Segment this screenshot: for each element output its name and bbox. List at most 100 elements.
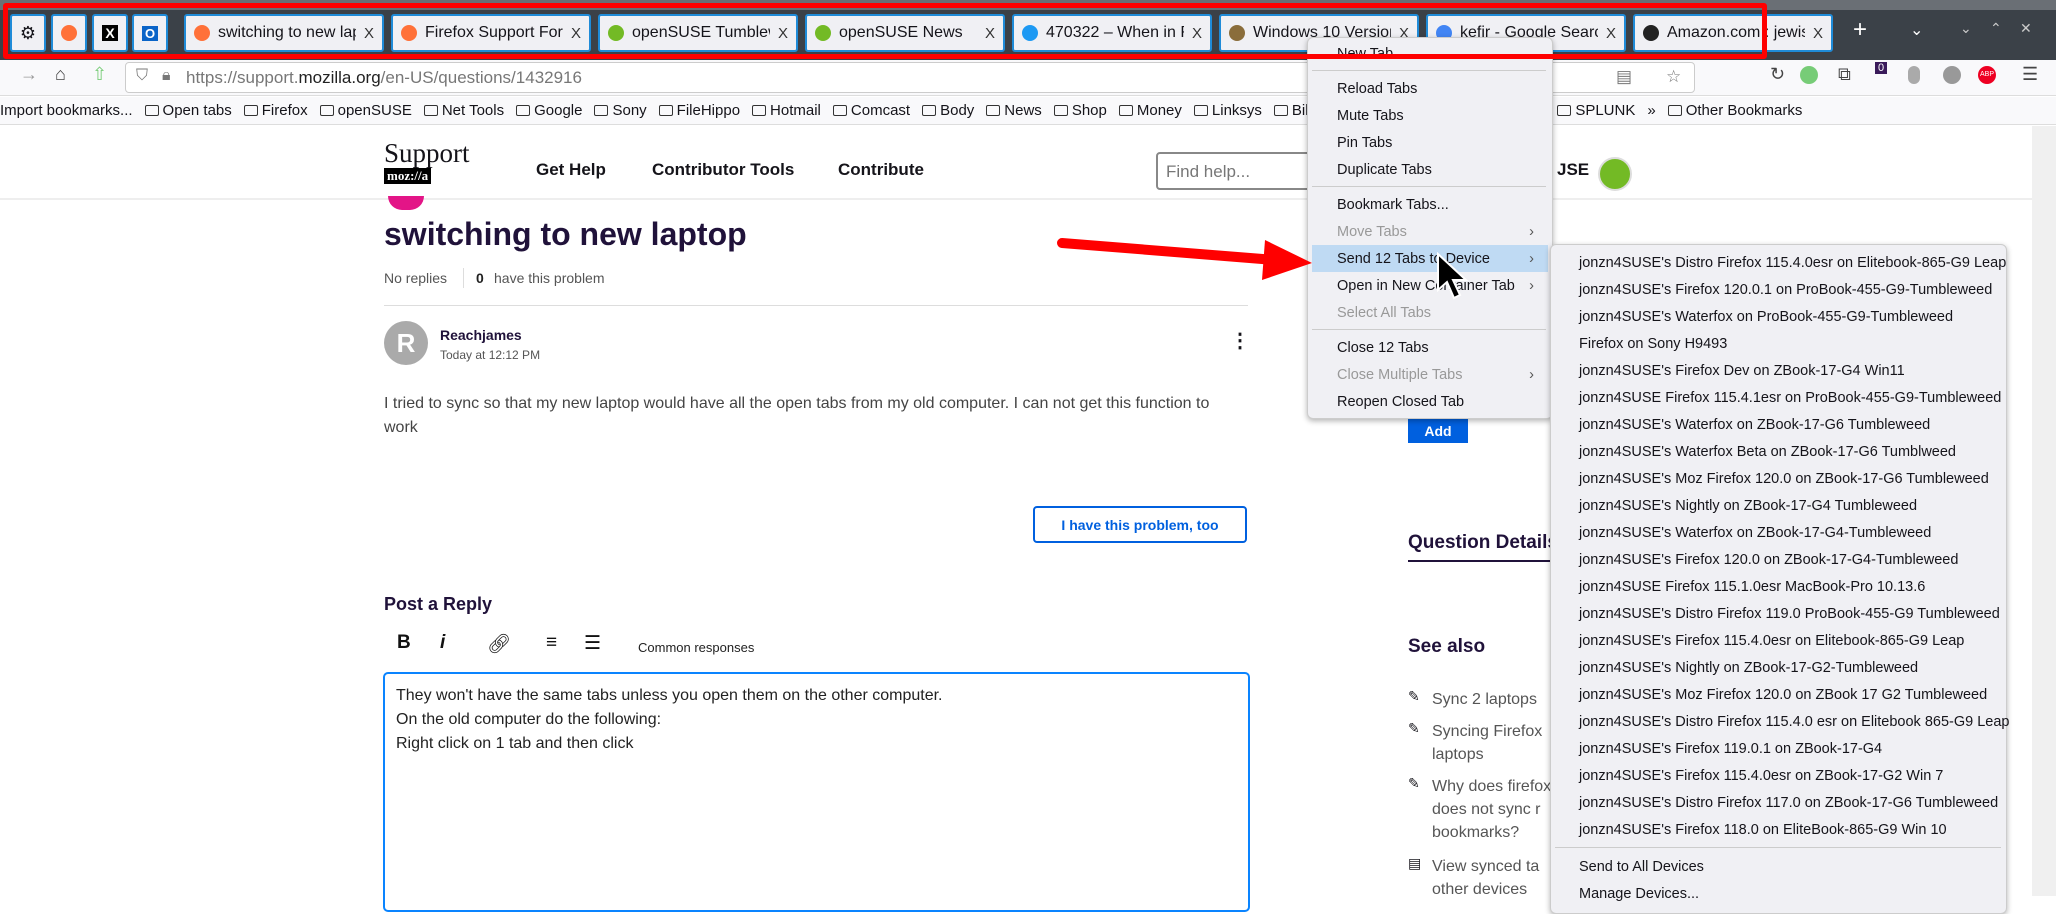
scrollbar[interactable] bbox=[2032, 126, 2056, 896]
question-details-heading[interactable]: Question Details bbox=[1408, 532, 1558, 554]
chevron-right-icon: › bbox=[1529, 366, 1534, 383]
bookmark-item[interactable]: FileHippo bbox=[658, 102, 740, 119]
numbered-list-icon[interactable]: ≡ bbox=[546, 632, 557, 654]
bookmark-item[interactable]: News bbox=[986, 102, 1042, 119]
device-item[interactable]: jonzn4SUSE's Firefox Dev on ZBook-17-G4 … bbox=[1579, 357, 1905, 384]
post-time: Today at 12:12 PM bbox=[440, 348, 541, 362]
nav-contributor-tools[interactable]: Contributor Tools bbox=[652, 160, 794, 180]
menu-item-close-12-tabs[interactable]: Close 12 Tabs bbox=[1312, 334, 1548, 361]
nav-contribute[interactable]: Contribute bbox=[838, 160, 924, 180]
maximize-button[interactable]: ⌃ bbox=[1990, 20, 2002, 37]
extension-icon[interactable]: ⇧ bbox=[92, 64, 107, 85]
see-also-link[interactable]: View synced ta other devices bbox=[1432, 855, 1552, 901]
bookmark-item[interactable]: Body bbox=[922, 102, 974, 119]
see-also-link[interactable]: Why does firefox does not sync r bookmar… bbox=[1432, 775, 1552, 844]
i-have-this-problem-button[interactable]: I have this problem, too bbox=[1033, 506, 1247, 543]
new-tab-button[interactable]: + bbox=[1853, 16, 1867, 44]
user-avatar[interactable] bbox=[1598, 157, 1632, 191]
menu-item-pin-tabs[interactable]: Pin Tabs bbox=[1312, 129, 1548, 156]
common-responses-button[interactable]: Common responses bbox=[638, 640, 754, 655]
bold-button[interactable]: B bbox=[397, 632, 411, 654]
device-item[interactable]: jonzn4SUSE's Firefox 119.0.1 on ZBook-17… bbox=[1579, 735, 1882, 762]
add-button[interactable]: Add bbox=[1408, 418, 1468, 443]
menu-item-label: Bookmark Tabs... bbox=[1337, 196, 1449, 213]
bookmark-item[interactable]: Google bbox=[516, 102, 582, 119]
bookmark-item[interactable]: openSUSE bbox=[319, 102, 412, 119]
device-item[interactable]: jonzn4SUSE's Firefox 115.4.0esr on ZBook… bbox=[1579, 762, 1943, 789]
adblock-icon[interactable]: ABP bbox=[1978, 66, 1996, 84]
menu-item-mute-tabs[interactable]: Mute Tabs bbox=[1312, 102, 1548, 129]
home-icon[interactable]: ⌂ bbox=[55, 64, 66, 85]
device-item[interactable]: jonzn4SUSE's Waterfox on ZBook-17-G6 Tum… bbox=[1579, 411, 1930, 438]
device-item[interactable]: jonzn4SUSE's Firefox 120.0.1 on ProBook-… bbox=[1579, 276, 1992, 303]
device-item[interactable]: jonzn4SUSE's Nightly on ZBook-17-G2-Tumb… bbox=[1579, 654, 1918, 681]
device-item[interactable]: jonzn4SUSE Firefox 115.4.1esr on ProBook… bbox=[1579, 384, 2001, 411]
bookmark-item[interactable]: Comcast bbox=[832, 102, 910, 119]
extensions-icon[interactable]: ⧉ bbox=[1838, 64, 1851, 85]
star-icon[interactable]: ☆ bbox=[1666, 67, 1681, 87]
device-item[interactable]: Firefox on Sony H9493 bbox=[1579, 330, 1727, 357]
device-item[interactable]: jonzn4SUSE's Distro Firefox 119.0 ProBoo… bbox=[1579, 600, 2000, 627]
support-logo-text[interactable]: Support bbox=[384, 138, 470, 169]
forward-icon[interactable]: → bbox=[20, 64, 38, 85]
mozilla-logo[interactable]: moz://a bbox=[384, 168, 432, 184]
bookmark-item[interactable]: Open tabs bbox=[144, 102, 232, 119]
folder-icon bbox=[922, 105, 937, 116]
nav-get-help[interactable]: Get Help bbox=[536, 160, 606, 180]
minimize-button[interactable]: ⌄ bbox=[1960, 20, 1972, 37]
italic-button[interactable]: i bbox=[440, 632, 445, 654]
menu-item-open-in-new-container-tab[interactable]: Open in New Container Tab › bbox=[1312, 272, 1548, 299]
bookmark-item[interactable]: SPLUNK bbox=[1557, 102, 1635, 119]
device-item[interactable]: jonzn4SUSE's Distro Firefox 115.4.0 esr … bbox=[1579, 708, 2009, 735]
author-name[interactable]: Reachjames bbox=[440, 327, 522, 343]
menu-item-bookmark-tabs[interactable]: Bookmark Tabs... bbox=[1312, 191, 1548, 218]
device-item[interactable]: jonzn4SUSE's Waterfox on ZBook-17-G4-Tum… bbox=[1579, 519, 1931, 546]
device-item[interactable]: jonzn4SUSE's Nightly on ZBook-17-G4 Tumb… bbox=[1579, 492, 1917, 519]
bookmark-item[interactable]: Net Tools bbox=[423, 102, 504, 119]
device-item[interactable]: jonzn4SUSE's Moz Firefox 120.0 on ZBook-… bbox=[1579, 465, 1989, 492]
bookmark-item[interactable]: Shop bbox=[1053, 102, 1107, 119]
device-item[interactable]: jonzn4SUSE's Moz Firefox 120.0 on ZBook … bbox=[1579, 681, 1987, 708]
device-item[interactable]: jonzn4SUSE's Waterfox Beta on ZBook-17-G… bbox=[1579, 438, 1956, 465]
shield-extension-icon[interactable] bbox=[1908, 66, 1920, 84]
bookmark-item[interactable]: Linksys bbox=[1193, 102, 1262, 119]
opensuse-extension-icon[interactable] bbox=[1800, 66, 1818, 84]
see-also-link[interactable]: Syncing Firefox laptops bbox=[1432, 720, 1552, 766]
lock-icon[interactable]: 🔒︎ bbox=[162, 67, 171, 85]
bookmark-item[interactable]: Firefox bbox=[243, 102, 308, 119]
close-tab-icon[interactable]: X bbox=[1813, 25, 1823, 42]
globe-extension-icon[interactable] bbox=[1943, 66, 1961, 84]
bookmark-item[interactable]: Import bookmarks... bbox=[0, 102, 133, 119]
close-window-button[interactable]: ✕ bbox=[2020, 20, 2032, 37]
device-item[interactable]: jonzn4SUSE's Firefox 120.0 on ZBook-17-G… bbox=[1579, 546, 1958, 573]
shield-icon[interactable]: ⛉ bbox=[136, 67, 148, 85]
more-options-icon[interactable]: ⋮ bbox=[1230, 328, 1250, 353]
bookmark-item[interactable]: Sony bbox=[594, 102, 647, 119]
device-item[interactable]: jonzn4SUSE's Firefox 118.0 on EliteBook-… bbox=[1579, 816, 1947, 843]
bookmark-item[interactable]: Money bbox=[1118, 102, 1182, 119]
send-to-all-devices-item[interactable]: Send to All Devices bbox=[1579, 853, 1704, 880]
link-icon[interactable]: 🔗︎ bbox=[487, 632, 511, 656]
device-item[interactable]: jonzn4SUSE Firefox 115.1.0esr MacBook-Pr… bbox=[1579, 573, 1925, 600]
more-bookmarks-chevron-icon[interactable]: » bbox=[1647, 102, 1655, 119]
list-all-tabs-button[interactable]: ⌄ bbox=[1910, 20, 1923, 40]
menu-item-reload-tabs[interactable]: Reload Tabs bbox=[1312, 75, 1548, 102]
menu-item-reopen-closed-tab[interactable]: Reopen Closed Tab bbox=[1312, 388, 1548, 415]
manage-devices-item[interactable]: Manage Devices... bbox=[1579, 880, 1699, 907]
device-item[interactable]: jonzn4SUSE's Waterfox on ProBook-455-G9-… bbox=[1579, 303, 1953, 330]
reply-textarea[interactable]: They won't have the same tabs unless you… bbox=[383, 672, 1250, 912]
menu-item-send-12-tabs-to-device[interactable]: Send 12 Tabs to Device › bbox=[1312, 245, 1548, 272]
menu-item-duplicate-tabs[interactable]: Duplicate Tabs bbox=[1312, 156, 1548, 183]
menu-item-select-all-tabs: Select All Tabs bbox=[1312, 299, 1548, 326]
menu-icon[interactable]: ☰ bbox=[2022, 64, 2038, 85]
device-item[interactable]: jonzn4SUSE's Firefox 115.4.0esr on Elite… bbox=[1579, 627, 1964, 654]
bulleted-list-icon[interactable]: ☰ bbox=[584, 632, 601, 655]
reader-view-icon[interactable]: ▤ bbox=[1616, 67, 1632, 87]
user-name[interactable]: JSE bbox=[1557, 160, 1589, 180]
reply-line: On the old computer do the following: bbox=[396, 711, 662, 728]
reload-icon[interactable]: ↻ bbox=[1770, 64, 1785, 85]
bookmark-item[interactable]: Hotmail bbox=[752, 102, 821, 119]
bookmark-item[interactable]: Other Bookmarks bbox=[1667, 102, 1802, 119]
device-item[interactable]: jonzn4SUSE's Distro Firefox 117.0 on ZBo… bbox=[1579, 789, 1998, 816]
device-item[interactable]: jonzn4SUSE's Distro Firefox 115.4.0esr o… bbox=[1579, 249, 2006, 276]
